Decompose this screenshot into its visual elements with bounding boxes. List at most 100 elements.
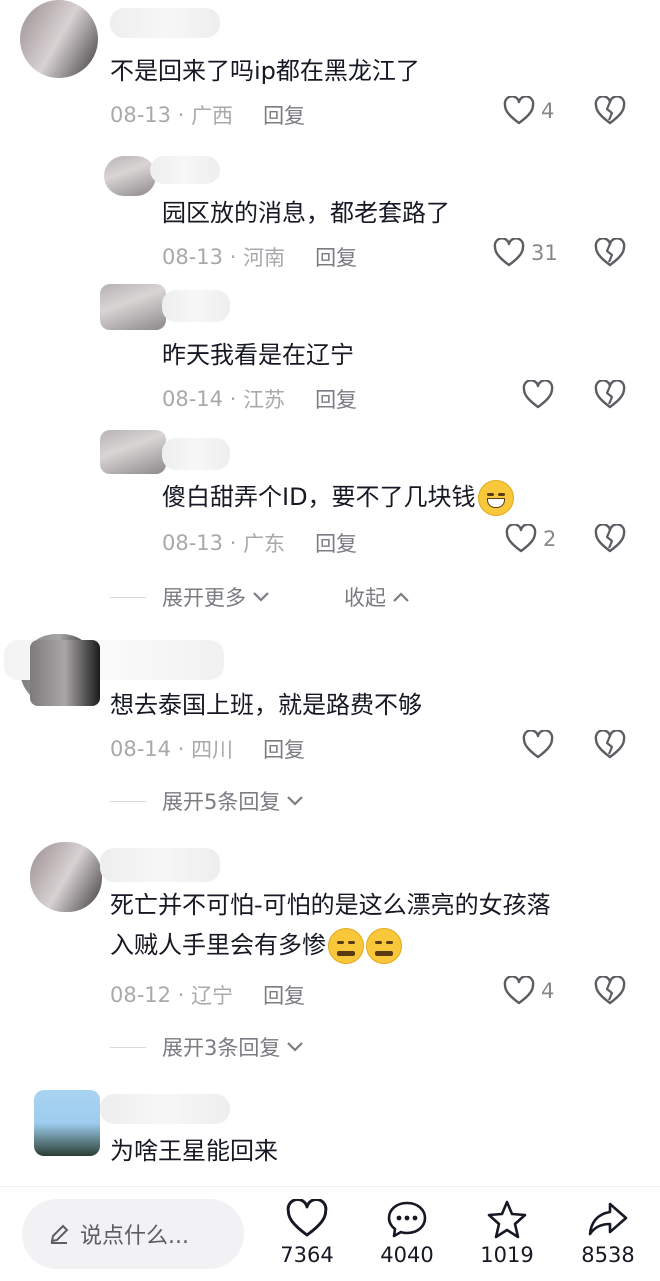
expand-5-replies[interactable]: 展开5条回复: [110, 786, 306, 816]
like-count: 4: [541, 979, 555, 1003]
comment-text: 昨天我看是在辽宁: [162, 341, 354, 369]
favorite-button[interactable]: 1019: [467, 1199, 547, 1267]
like-video-button[interactable]: 7364: [267, 1199, 347, 1267]
like-button[interactable]: 31: [493, 238, 558, 268]
comment-text: 傻白甜弄个ID，要不了几块钱: [162, 478, 514, 516]
comment-location: 江苏: [243, 388, 286, 412]
comment-location: 四川: [191, 738, 234, 762]
reply-button[interactable]: 回复: [263, 980, 305, 1010]
heart-outline-icon: [522, 380, 554, 409]
heart-outline-icon: [503, 976, 535, 1005]
comment-location: 广东: [243, 532, 286, 556]
bottom-action-bar: 说点什么... 7364 4040 1019 8538: [0, 1186, 660, 1281]
comment-text-line2: 入贼人手里会有多惨: [110, 926, 402, 964]
comment-count: 4040: [380, 1243, 434, 1267]
username-blurred[interactable]: [100, 1094, 230, 1124]
smirk-emoji-icon: [328, 928, 364, 964]
chevron-down-icon: [253, 592, 269, 602]
avatar[interactable]: [104, 156, 156, 196]
comment-date: 08-12: [110, 983, 172, 1007]
comment-meta: 08-13 · 广西 回复: [110, 100, 305, 130]
like-button[interactable]: [522, 380, 554, 410]
comment-text: 园区放的消息，都老套路了: [162, 199, 450, 227]
username-blurred[interactable]: [162, 438, 230, 470]
comment-meta: 08-13 · 河南 回复: [162, 242, 357, 272]
share-button[interactable]: 8538: [568, 1199, 648, 1267]
expand-more-replies[interactable]: 展开更多: [110, 582, 272, 612]
like-button[interactable]: [522, 730, 554, 760]
broken-heart-icon: [594, 524, 626, 553]
avatar[interactable]: [34, 1090, 100, 1156]
share-count: 8538: [581, 1243, 635, 1267]
heart-outline-icon: [505, 524, 537, 553]
comment-meta: 08-14 · 四川 回复: [110, 734, 305, 764]
avatar[interactable]: [30, 842, 102, 912]
dislike-button[interactable]: [594, 524, 626, 554]
chevron-down-icon: [287, 796, 304, 806]
reply-button[interactable]: 回复: [315, 242, 357, 272]
chevron-up-icon: [393, 592, 409, 602]
dislike-button[interactable]: [594, 730, 626, 760]
grimace-sweat-emoji-icon: [477, 480, 514, 516]
star-icon: [487, 1200, 527, 1239]
comment-text-content: 傻白甜弄个ID，要不了几块钱: [162, 483, 476, 511]
comment-location: 辽宁: [191, 984, 234, 1008]
comment-meta: 08-12 · 辽宁 回复: [110, 980, 305, 1010]
chevron-down-icon: [287, 1042, 304, 1052]
broken-heart-icon: [594, 730, 626, 759]
like-count: 2: [543, 527, 557, 551]
smirk-emoji-icon: [366, 928, 402, 964]
avatar[interactable]: [100, 430, 166, 474]
broken-heart-icon: [594, 976, 626, 1005]
like-button[interactable]: 4: [503, 976, 554, 1006]
heart-outline-icon: [522, 730, 554, 759]
pencil-icon: [50, 1224, 69, 1244]
avatar[interactable]: [20, 0, 98, 78]
like-count: 4: [541, 99, 555, 123]
dislike-button[interactable]: [594, 238, 626, 268]
comment-text-content: 入贼人手里会有多惨: [110, 931, 326, 959]
comment-meta: 08-13 · 广东 回复: [162, 528, 357, 558]
avatar-overlay: [30, 640, 100, 706]
like-count: 31: [531, 241, 558, 265]
comment-date: 08-14: [110, 737, 172, 761]
comment-location: 广西: [191, 104, 234, 128]
heart-outline-icon: [493, 238, 525, 267]
comment-location: 河南: [243, 246, 286, 270]
comment-button[interactable]: 4040: [367, 1199, 447, 1267]
dislike-button[interactable]: [594, 976, 626, 1006]
avatar[interactable]: [100, 284, 166, 330]
username-blurred[interactable]: [110, 8, 220, 38]
username-blurred[interactable]: [162, 290, 230, 322]
broken-heart-icon: [594, 96, 626, 125]
comment-date: 08-13: [110, 103, 172, 127]
comment-input-placeholder: 说点什么...: [80, 1224, 189, 1249]
heart-outline-icon: [503, 96, 535, 125]
reply-button[interactable]: 回复: [315, 528, 357, 558]
username-blurred[interactable]: [150, 156, 220, 184]
comment-date: 08-14: [162, 387, 224, 411]
chat-bubble-icon: [387, 1201, 427, 1238]
reply-button[interactable]: 回复: [263, 100, 305, 130]
reply-button[interactable]: 回复: [263, 734, 305, 764]
expand-3-replies[interactable]: 展开3条回复: [110, 1032, 306, 1062]
divider-line: [110, 1046, 146, 1048]
comment-input[interactable]: 说点什么...: [22, 1199, 244, 1269]
dislike-button[interactable]: [594, 380, 626, 410]
comment-text: 想去泰国上班，就是路费不够: [110, 691, 422, 719]
divider-line: [110, 800, 146, 802]
broken-heart-icon: [594, 380, 626, 409]
comment-text-line1: 死亡并不可怕-可怕的是这么漂亮的女孩落: [110, 891, 551, 919]
like-count: 7364: [280, 1243, 334, 1267]
like-button[interactable]: 2: [505, 524, 556, 554]
like-button[interactable]: 4: [503, 96, 554, 126]
comment-date: 08-13: [162, 531, 224, 555]
divider-line: [110, 596, 146, 598]
share-arrow-icon: [588, 1202, 628, 1236]
dislike-button[interactable]: [594, 96, 626, 126]
username-blurred[interactable]: [100, 848, 220, 882]
reply-button[interactable]: 回复: [315, 384, 357, 414]
comment-text: 为啥王星能回来: [110, 1137, 278, 1165]
collapse-replies[interactable]: 收起: [344, 582, 412, 612]
comment-text: 不是回来了吗ip都在黑龙江了: [110, 57, 420, 85]
